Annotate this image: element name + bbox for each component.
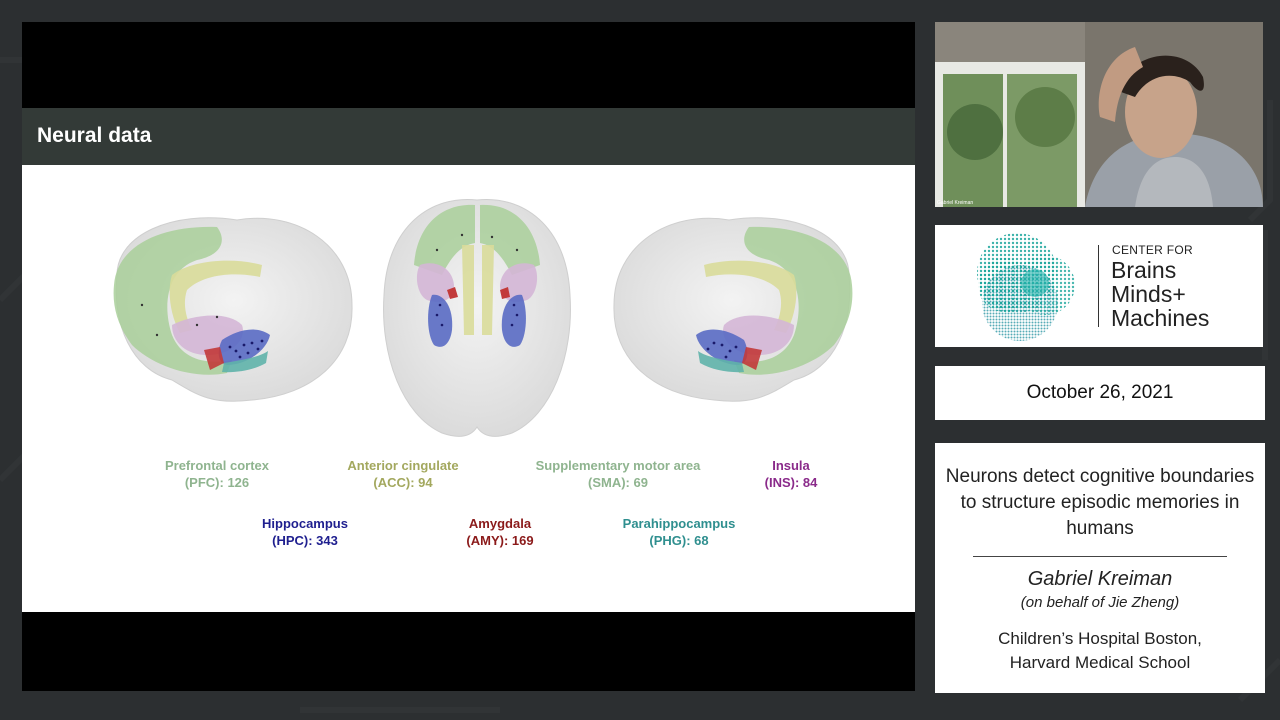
brain-right-view bbox=[613, 217, 853, 402]
talk-title: Neurons detect cognitive boundaries to s… bbox=[945, 466, 1255, 539]
cbmm-logo-panel: CENTER FOR Brains Minds+ Machines bbox=[935, 225, 1263, 347]
region-count: (HPC): 343 bbox=[272, 533, 338, 548]
region-count: (INS): 84 bbox=[764, 475, 818, 490]
logo-brains: Brains bbox=[1111, 257, 1177, 283]
brain-images bbox=[113, 198, 853, 437]
region-label-hpc: Hippocampus (HPC): 343 bbox=[262, 515, 348, 549]
brain-left-view bbox=[113, 217, 353, 402]
slide-title: Neural data bbox=[37, 124, 152, 147]
region-count: (SMA): 69 bbox=[588, 475, 648, 490]
talk-info-panel: Neurons detect cognitive boundaries to s… bbox=[935, 443, 1265, 693]
region-label-acc: Anterior cingulate (ACC): 94 bbox=[347, 457, 458, 491]
region-name: Parahippocampus bbox=[622, 516, 736, 531]
webcam-video bbox=[935, 22, 1263, 207]
brain-top-view bbox=[383, 198, 571, 437]
event-date: October 26, 2021 bbox=[1026, 382, 1174, 403]
region-count: (ACC): 94 bbox=[373, 475, 433, 490]
participant-name: Gabriel Kreiman bbox=[937, 200, 974, 206]
slide-body: Prefrontal cortex (PFC): 126 Anterior ci… bbox=[22, 165, 915, 612]
region-count: (PFC): 126 bbox=[184, 475, 250, 490]
region-label-pfc: Prefrontal cortex (PFC): 126 bbox=[165, 457, 269, 491]
region-label-phg: Parahippocampus (PHG): 68 bbox=[623, 515, 736, 549]
logo-minds: Minds+ bbox=[1111, 281, 1186, 307]
region-count: (PHG): 68 bbox=[649, 533, 709, 548]
speaker-webcam: Gabriel Kreiman bbox=[935, 22, 1263, 207]
region-label-amy: Amygdala (AMY): 169 bbox=[466, 515, 533, 549]
region-name: Hippocampus bbox=[262, 516, 348, 531]
affiliation-line-2: Harvard Medical School bbox=[1009, 653, 1191, 672]
speaker-name: Gabriel Kreiman bbox=[1027, 568, 1173, 590]
logo-center-for: CENTER FOR bbox=[1112, 243, 1193, 257]
affiliation-line-1: Children’s Hospital Boston, bbox=[998, 629, 1202, 648]
region-name: Prefrontal cortex bbox=[164, 458, 270, 473]
date-panel: October 26, 2021 bbox=[935, 366, 1265, 420]
cbmm-logo-icon bbox=[977, 233, 1075, 341]
on-behalf-of: (on behalf of Jie Zheng) bbox=[1020, 594, 1180, 611]
logo-machines: Machines bbox=[1111, 305, 1210, 331]
region-name: Supplementary motor area bbox=[535, 458, 701, 473]
region-name: Amygdala bbox=[468, 516, 532, 531]
region-label-ins: Insula (INS): 84 bbox=[765, 457, 818, 491]
logo-divider bbox=[1098, 245, 1099, 327]
divider bbox=[973, 556, 1227, 557]
affiliation: Children’s Hospital Boston, Harvard Medi… bbox=[935, 627, 1265, 675]
slide-header: Neural data bbox=[22, 108, 915, 165]
region-name: Anterior cingulate bbox=[347, 458, 459, 473]
presentation-slide: Neural data Prefrontal cortex (PFC): 126… bbox=[22, 22, 915, 691]
region-name: Insula bbox=[772, 458, 810, 473]
region-label-sma: Supplementary motor area (SMA): 69 bbox=[536, 457, 701, 491]
region-count: (AMY): 169 bbox=[466, 533, 534, 548]
